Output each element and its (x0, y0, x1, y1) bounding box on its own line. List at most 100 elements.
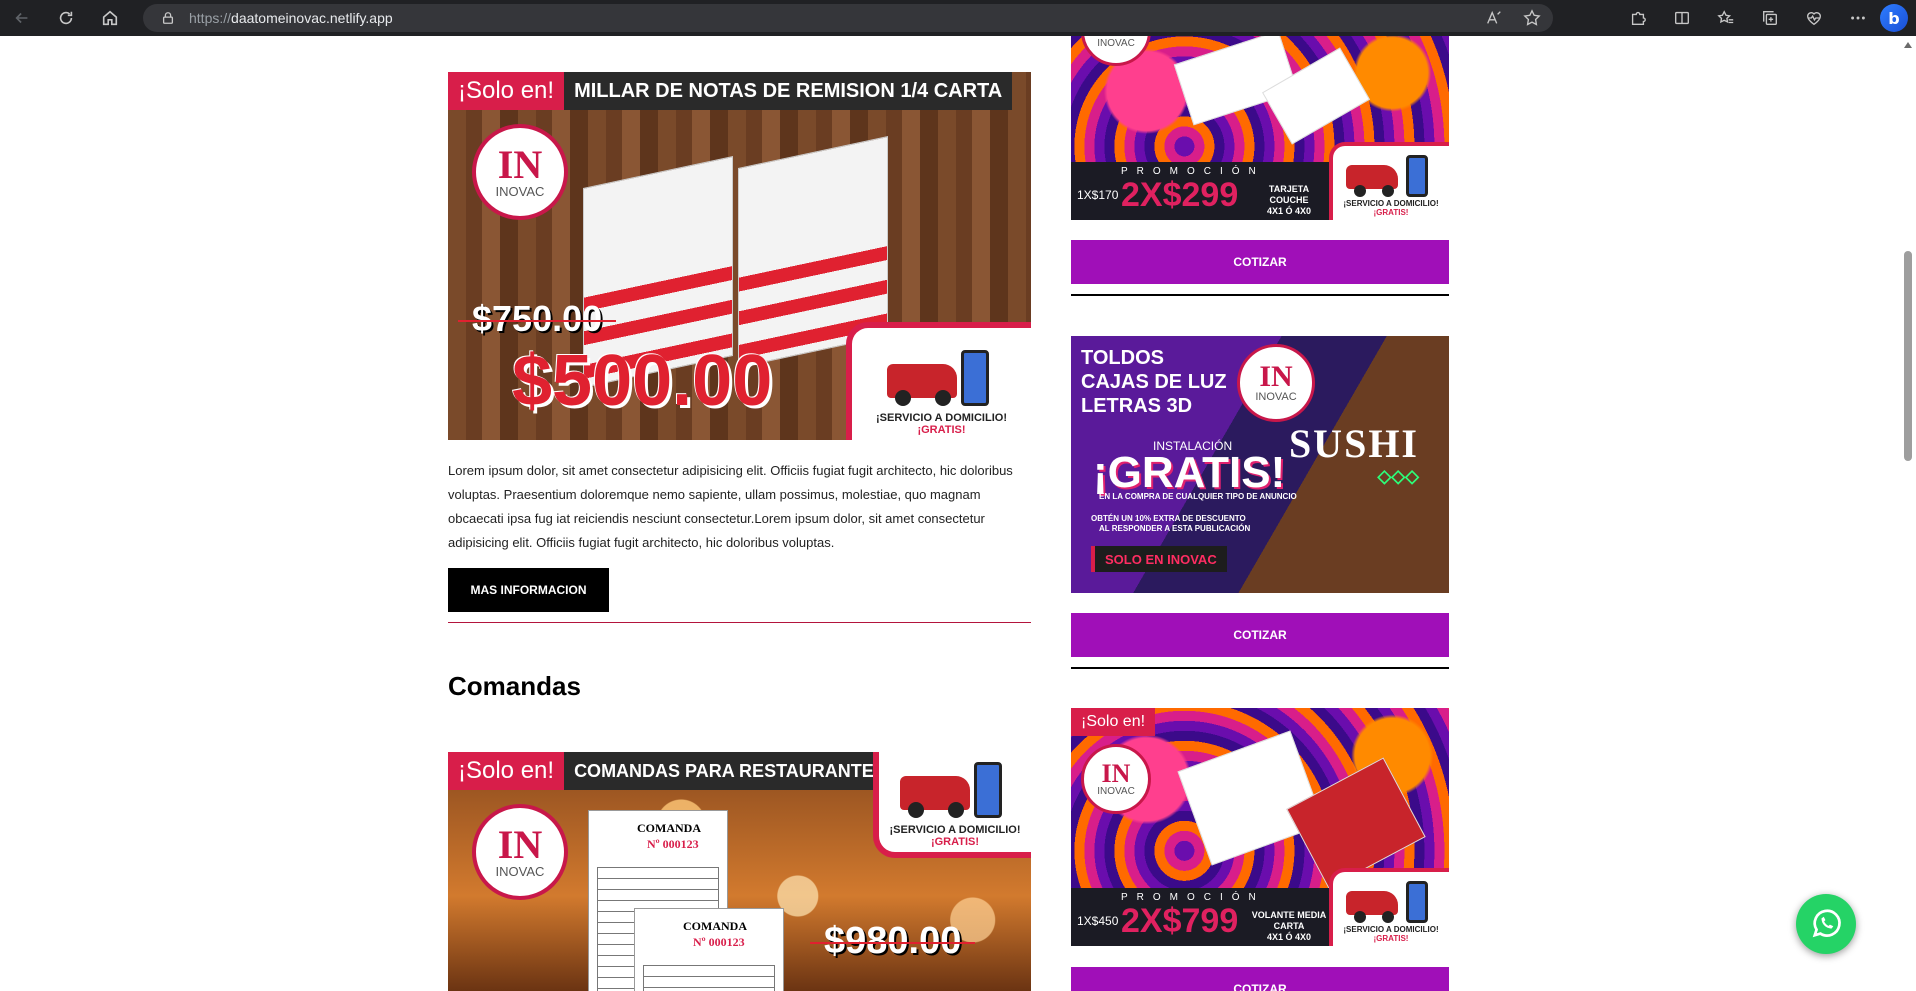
url-text: https://daatomeinovac.netlify.app (189, 10, 393, 26)
promo-unit-price: 1X$450 (1077, 914, 1119, 928)
section-divider (1071, 294, 1449, 296)
browser-tools: b (1616, 0, 1916, 36)
section-divider (448, 622, 1031, 623)
split-screen-icon (1675, 11, 1689, 25)
promo-price: 2X$299 (1121, 176, 1239, 214)
scroll-thumb[interactable] (1904, 251, 1912, 461)
home-delivery-text: ¡SERVICIO A DOMICILIO! (1343, 199, 1439, 208)
new-price: $500.00 (512, 341, 773, 421)
promo-band: PROMOCIÓN 1X$170 2X$299 TARJETA COUCHE 4X… (1071, 162, 1329, 220)
free-text: ¡GRATIS! (917, 424, 966, 436)
inovac-logo: IN INOVAC (472, 804, 568, 900)
browser-essentials-button[interactable] (1792, 0, 1836, 36)
comandas-banner: ¡Solo en! COMANDAS PARA RESTAURANTES 1/2… (448, 752, 1031, 991)
logo-mark: IN (497, 141, 543, 187)
solo-en-inovac-label: SOLO EN INOVAC (1091, 546, 1227, 572)
banner-title: MILLAR DE NOTAS DE REMISION 1/4 CARTA (564, 72, 1013, 110)
browser-toolbar: https://daatomeinovac.netlify.app b (0, 0, 1916, 36)
cotizar-button-volantes[interactable]: COTIZAR (1071, 967, 1449, 991)
delivery-van-illustration (900, 756, 1010, 818)
page-scrollbar[interactable] (1900, 36, 1916, 991)
home-delivery-badge: ¡SERVICIO A DOMICILIO! ¡GRATIS! (873, 752, 1031, 858)
collections-icon (1763, 11, 1777, 25)
toldos-title: TOLDOS CAJAS DE LUZ LETRAS 3D (1081, 347, 1227, 417)
comanda-number: Nº 000123 (693, 935, 745, 949)
read-aloud-icon[interactable] (1485, 9, 1503, 27)
comanda-sheet-2: COMANDA Nº 000123 (634, 908, 784, 991)
home-delivery-badge: ¡SERVICIO A DOMICILIO! ¡GRATIS! (1329, 868, 1449, 946)
logo-mark: IN (497, 821, 543, 867)
delivery-van-illustration (886, 344, 997, 406)
home-delivery-text: ¡SERVICIO A DOMICILIO! (889, 824, 1021, 836)
ellipsis-icon (1851, 16, 1865, 20)
solo-en-label: ¡Solo en! (448, 752, 565, 790)
gratis-headline: ¡GRATIS! (1093, 448, 1286, 497)
promo-line-3: AL RESPONDER A ESTA PUBLICACIÓN (1099, 524, 1251, 533)
scroll-up-arrow[interactable] (1904, 42, 1912, 48)
home-delivery-text: ¡SERVICIO A DOMICILIO! (876, 412, 1007, 424)
favorites-button[interactable] (1704, 0, 1748, 36)
web-page: ¡Solo en! MILLAR DE NOTAS DE REMISION 1/… (0, 36, 1900, 991)
cotizar-button-tarjetas[interactable]: COTIZAR (1071, 240, 1449, 284)
collections-button[interactable] (1748, 0, 1792, 36)
promo-band: PROMOCIÓN 1X$450 2X$799 VOLANTE MEDIA CA… (1071, 888, 1329, 946)
refresh-button[interactable] (44, 0, 88, 36)
home-button[interactable] (88, 0, 132, 36)
logo-name: INOVAC (1097, 37, 1135, 49)
free-text: ¡GRATIS! (1373, 934, 1409, 943)
logo-name: INOVAC (1097, 785, 1135, 797)
back-arrow-icon (15, 12, 28, 24)
whatsapp-button[interactable] (1796, 894, 1856, 954)
delivery-van-illustration (1346, 151, 1436, 197)
solo-en-label: ¡Solo en! (1071, 708, 1156, 736)
delivery-van-illustration (1346, 877, 1436, 923)
inovac-logo: IN INOVAC (472, 124, 568, 220)
back-button[interactable] (0, 0, 44, 36)
more-menu-button[interactable] (1836, 0, 1880, 36)
comandas-heading: Comandas (448, 671, 581, 701)
free-text: ¡GRATIS! (930, 836, 980, 848)
promo-description: TARJETA COUCHE 4X1 Ó 4X0 (1266, 184, 1312, 216)
puzzle-icon (1631, 11, 1646, 25)
refresh-icon (59, 11, 73, 25)
bing-copilot-button[interactable]: b (1880, 4, 1908, 32)
comanda-number: Nº 000123 (647, 837, 699, 851)
url-scheme: https:// (189, 10, 232, 26)
inovac-logo: IN INOVAC (1081, 36, 1151, 66)
heart-pulse-icon (1807, 12, 1821, 26)
tarjetas-banner: IN INOVAC PROMOCIÓN 1X$170 2X$299 TARJET… (1071, 36, 1449, 220)
volantes-banner: ¡Solo en! IN INOVAC PROMOCIÓN 1X$450 2X$… (1071, 708, 1449, 946)
extensions-button[interactable] (1616, 0, 1660, 36)
promo-description: VOLANTE MEDIA CARTA 4X1 Ó 4X0 (1251, 910, 1327, 942)
old-price: $750.00 (457, 298, 617, 339)
comanda-label: COMANDA (683, 919, 747, 933)
banner-flag: ¡Solo en! (1071, 708, 1156, 736)
old-price: $980.00 (809, 920, 976, 962)
banner-flag: ¡Solo en! MILLAR DE NOTAS DE REMISION 1/… (448, 72, 1013, 110)
home-delivery-badge: ¡SERVICIO A DOMICILIO! ¡GRATIS! (846, 322, 1031, 440)
split-screen-button[interactable] (1660, 0, 1704, 36)
promo-line-2: OBTÉN UN 10% EXTRA DE DESCUENTO (1091, 514, 1246, 523)
neon-sign-illustration: ◇◇◇ (1377, 466, 1419, 486)
solo-en-label: ¡Solo en! (448, 72, 565, 110)
home-delivery-text: ¡SERVICIO A DOMICILIO! (1343, 925, 1439, 934)
home-delivery-badge: ¡SERVICIO A DOMICILIO! ¡GRATIS! (1329, 142, 1449, 220)
logo-mark: IN (1259, 360, 1293, 393)
url-host: daatomeinovac.netlify.app (231, 10, 393, 26)
promo-line-1: EN LA COMPRA DE CUALQUIER TIPO DE ANUNCI… (1099, 492, 1297, 501)
flyers-illustration (1177, 730, 1325, 866)
promo-unit-price: 1X$170 (1077, 188, 1119, 202)
cotizar-button-toldos[interactable]: COTIZAR (1071, 613, 1449, 657)
logo-name: INOVAC (1255, 391, 1297, 403)
bing-icon: b (1888, 8, 1900, 28)
comanda-label: COMANDA (637, 821, 701, 835)
address-bar-actions (1485, 9, 1541, 27)
whatsapp-icon (1812, 909, 1841, 938)
favorite-star-icon[interactable] (1523, 9, 1541, 27)
notas-remision-banner: ¡Solo en! MILLAR DE NOTAS DE REMISION 1/… (448, 72, 1031, 440)
address-bar[interactable]: https://daatomeinovac.netlify.app (143, 4, 1553, 32)
inovac-logo: IN INOVAC (1237, 344, 1315, 422)
toldos-banner: TOLDOS CAJAS DE LUZ LETRAS 3D IN INOVAC … (1071, 336, 1449, 593)
favorites-list-icon (1717, 10, 1734, 24)
mas-informacion-button[interactable]: MAS INFORMACION (448, 568, 609, 612)
